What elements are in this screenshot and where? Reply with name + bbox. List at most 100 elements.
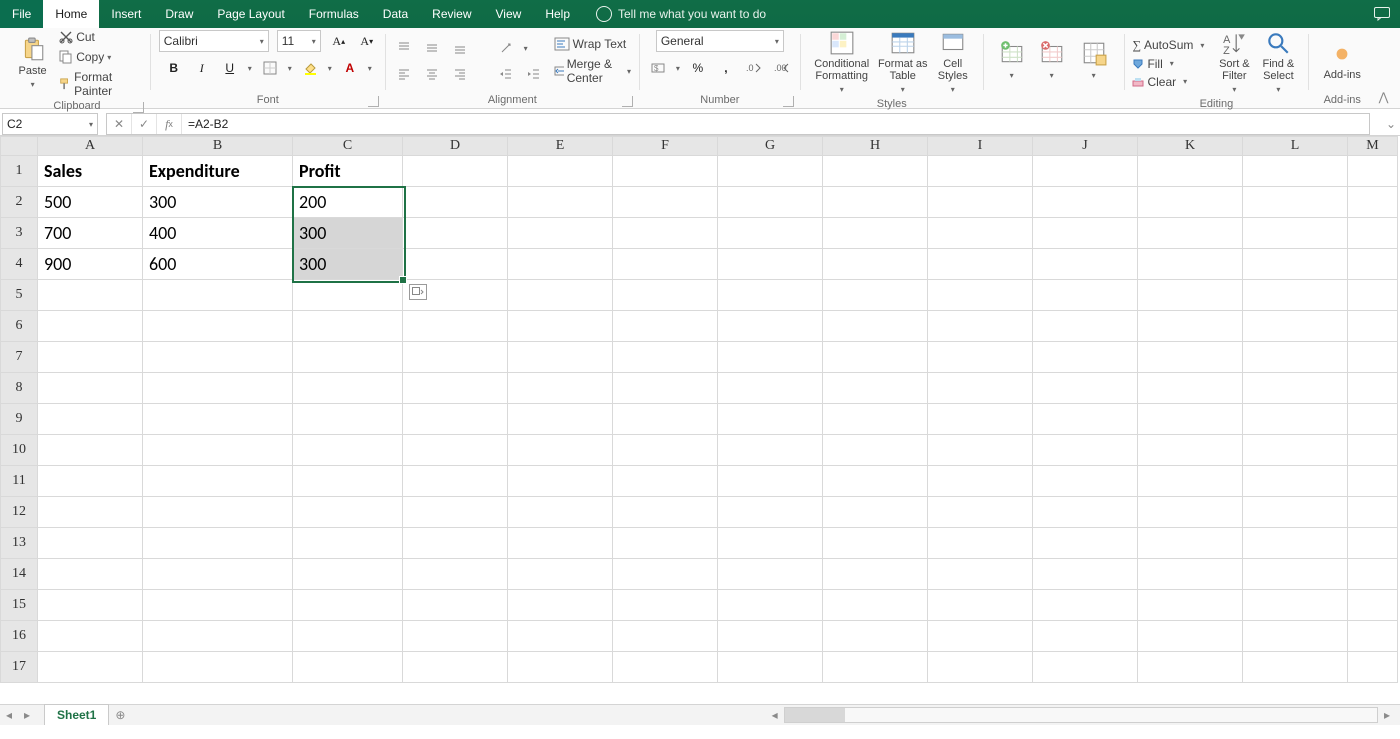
cell[interactable] [293,621,403,652]
cell[interactable] [613,528,718,559]
cell[interactable] [403,342,508,373]
comma-format-icon[interactable]: , [716,58,736,78]
cell[interactable] [403,404,508,435]
cell[interactable] [38,621,143,652]
cell[interactable] [508,652,613,683]
comments-icon[interactable] [1364,0,1400,28]
cell[interactable] [1348,280,1398,311]
italic-button[interactable]: I [192,58,212,78]
cell[interactable]: 900 [38,249,143,280]
cell[interactable] [928,621,1033,652]
row-header[interactable]: 17 [1,652,38,683]
cell[interactable] [1348,373,1398,404]
cell[interactable] [1138,373,1243,404]
spreadsheet-grid[interactable]: ABCDEFGHIJKLM 1SalesExpenditureProfit250… [0,136,1398,683]
cell[interactable] [718,435,823,466]
cell[interactable] [143,652,293,683]
cell[interactable] [823,280,928,311]
cell-styles-button[interactable]: Cell Styles▾ [931,30,975,96]
cell[interactable] [508,590,613,621]
cell[interactable] [928,528,1033,559]
cell[interactable] [823,528,928,559]
cell[interactable] [613,373,718,404]
column-header[interactable]: F [613,137,718,156]
cell[interactable] [718,280,823,311]
cell[interactable] [928,435,1033,466]
cell[interactable] [1033,497,1138,528]
cell[interactable] [613,218,718,249]
cell[interactable] [928,156,1033,187]
autofill-options-button[interactable] [409,284,427,300]
tab-file[interactable]: File [0,0,43,28]
cell[interactable] [1243,559,1348,590]
cell[interactable] [613,404,718,435]
cell[interactable] [1348,218,1398,249]
cell[interactable] [823,497,928,528]
column-header[interactable]: L [1243,137,1348,156]
row-header[interactable]: 2 [1,187,38,218]
format-painter-button[interactable]: Format Painter [59,70,142,98]
cell[interactable] [1138,466,1243,497]
cell[interactable] [823,373,928,404]
cell[interactable] [143,466,293,497]
cell[interactable] [1243,373,1348,404]
row-header[interactable]: 6 [1,311,38,342]
tell-me-search[interactable]: Tell me what you want to do [596,0,766,28]
cell[interactable] [1033,652,1138,683]
cell[interactable] [1348,652,1398,683]
cell[interactable] [508,435,613,466]
increase-font-icon[interactable]: A▴ [329,31,349,51]
cell[interactable] [38,404,143,435]
cell[interactable] [293,497,403,528]
cell[interactable] [613,280,718,311]
cell[interactable] [718,590,823,621]
align-right-icon[interactable] [450,64,470,84]
sort-filter-button[interactable]: AZ Sort & Filter▾ [1212,30,1256,96]
cell[interactable] [143,590,293,621]
cell[interactable]: Sales [38,156,143,187]
decrease-decimal-icon[interactable]: .00 [772,58,792,78]
cell[interactable] [403,435,508,466]
cell[interactable] [1138,590,1243,621]
column-header[interactable]: H [823,137,928,156]
cell[interactable]: Profit [293,156,403,187]
column-header[interactable]: D [403,137,508,156]
cell[interactable] [143,311,293,342]
row-header[interactable]: 4 [1,249,38,280]
cell[interactable] [823,249,928,280]
cell[interactable] [293,652,403,683]
cell[interactable] [1033,156,1138,187]
cell[interactable] [38,590,143,621]
cell[interactable] [1243,652,1348,683]
cell[interactable] [823,435,928,466]
align-left-icon[interactable] [394,64,414,84]
cell[interactable] [928,466,1033,497]
dialog-launcher-icon[interactable] [783,96,794,107]
column-header[interactable]: E [508,137,613,156]
expand-formula-bar-icon[interactable]: ⌄ [1382,113,1400,135]
merge-center-button[interactable]: Merge & Center▾ [554,57,631,85]
cell[interactable] [1033,249,1138,280]
cell[interactable] [508,342,613,373]
cell[interactable] [718,497,823,528]
addins-button[interactable]: Add-ins [1317,41,1367,81]
cell[interactable]: 300 [293,249,403,280]
cell[interactable] [143,559,293,590]
cell[interactable] [1033,218,1138,249]
cell[interactable] [403,218,508,249]
row-header[interactable]: 7 [1,342,38,373]
cell[interactable] [1033,435,1138,466]
fx-icon[interactable]: fx [157,114,182,134]
cell[interactable] [403,652,508,683]
cell[interactable] [38,528,143,559]
cell[interactable] [403,590,508,621]
column-header[interactable]: I [928,137,1033,156]
cell[interactable] [613,652,718,683]
cell[interactable] [1033,342,1138,373]
cell[interactable] [403,156,508,187]
cell[interactable] [1033,311,1138,342]
cell[interactable] [1243,404,1348,435]
tab-insert[interactable]: Insert [99,0,153,28]
cell[interactable] [718,404,823,435]
fill-button[interactable]: Fill▾ [1132,57,1204,71]
